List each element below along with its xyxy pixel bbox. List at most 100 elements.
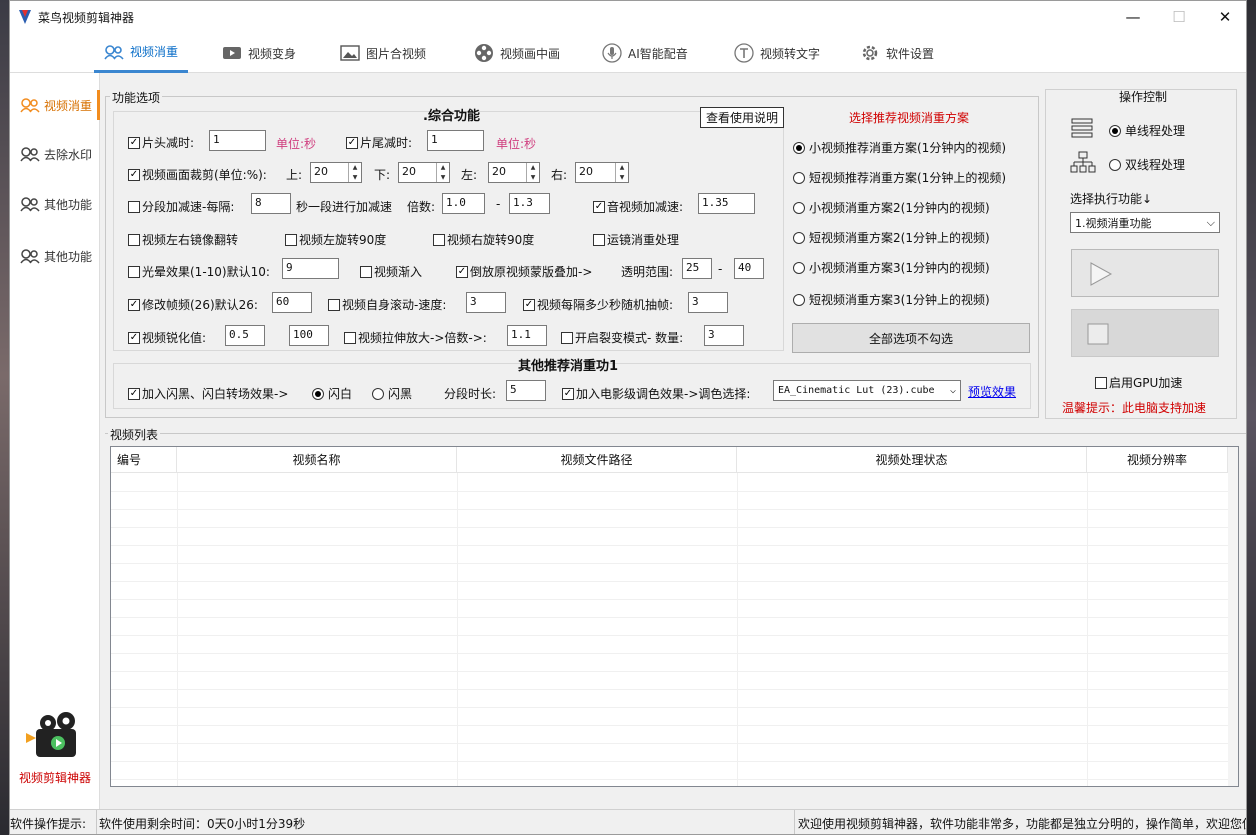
checkbox-unchecked-icon <box>360 265 372 278</box>
av-speed-input[interactable]: 1.35 <box>698 193 755 214</box>
column-header-id[interactable]: 编号 <box>111 447 177 473</box>
rotate-right-checkbox[interactable]: 视频右旋转90度 <box>433 231 534 248</box>
sidebar-item-other-functions-2[interactable]: 其他功能 <box>10 241 100 271</box>
table-scrollbar[interactable] <box>1228 447 1238 786</box>
scheme-radio-6[interactable]: 短视频消重方案3(1分钟上的视频) <box>793 291 990 308</box>
crop-left-stepper[interactable]: 20 ▲ ▼ <box>488 162 540 183</box>
crop-bottom-stepper[interactable]: 20 ▲ ▼ <box>398 162 450 183</box>
status-bar: 软件操作提示: 软件使用剩余时间：0天0小时1分39秒 欢迎使用视频剪辑神器，软… <box>10 809 1246 834</box>
fps-input[interactable]: 60 <box>272 292 312 313</box>
stop-button[interactable] <box>1071 309 1219 357</box>
crop-checkbox[interactable]: ✓ 视频画面裁剪(单位:%): <box>128 166 267 183</box>
scroll-label: 视频自身滚动-速度: <box>342 298 447 312</box>
head-cut-input[interactable]: 1 <box>209 130 266 151</box>
crop-left-label: 左: <box>461 168 478 182</box>
column-header-path[interactable]: 视频文件路径 <box>457 447 737 473</box>
fade-in-checkbox[interactable]: 视频渐入 <box>360 263 422 280</box>
lut-checkbox[interactable]: ✓ 加入电影级调色效果->调色选择: <box>562 385 750 402</box>
scheme-radio-4[interactable]: 短视频消重方案2(1分钟上的视频) <box>793 229 990 246</box>
spin-down-icon[interactable]: ▼ <box>349 173 361 183</box>
spin-up-icon[interactable]: ▲ <box>616 163 628 173</box>
halo-label: 光晕效果(1-10)默认10: <box>142 265 270 279</box>
motion-checkbox[interactable]: 运镜消重处理 <box>593 231 679 248</box>
tail-cut-checkbox[interactable]: ✓ 片尾减时: <box>346 134 412 151</box>
flash-black-radio[interactable]: 闪黑 <box>372 385 412 402</box>
lut-select[interactable]: EA_Cinematic Lut (23).cube ⌵ <box>773 380 961 401</box>
column-header-resolution[interactable]: 视频分辨率 <box>1087 447 1228 473</box>
scheme-radio-5[interactable]: 小视频消重方案3(1分钟内的视频) <box>793 259 990 276</box>
spin-down-icon[interactable]: ▼ <box>616 173 628 183</box>
spin-down-icon[interactable]: ▼ <box>437 173 449 183</box>
crop-top-label: 上: <box>286 168 303 182</box>
tab-video-dedup[interactable]: 视频消重 <box>94 33 189 73</box>
stretch-checkbox[interactable]: 视频拉伸放大->倍数->: <box>344 329 487 346</box>
sidebar-item-remove-watermark[interactable]: 去除水印 <box>10 139 100 169</box>
segment-from-input[interactable]: 1.0 <box>442 193 485 214</box>
play-button[interactable] <box>1071 249 1219 297</box>
scheme-radio-1[interactable]: 小视频推荐消重方案(1分钟内的视频) <box>793 139 1006 156</box>
mask-to-input[interactable]: 40 <box>734 258 764 279</box>
segment-speed-checkbox[interactable]: 分段加减速-每隔: <box>128 198 234 215</box>
crop-right-stepper[interactable]: 20 ▲ ▼ <box>575 162 629 183</box>
mask-from-input[interactable]: 25 <box>682 258 712 279</box>
tab-images-to-video[interactable]: 图片合视频 <box>330 33 436 73</box>
function-select[interactable]: 1.视频消重功能 ⌵ <box>1070 212 1220 233</box>
tab-settings[interactable]: 软件设置 <box>850 33 944 73</box>
checkbox-unchecked-icon <box>561 331 573 344</box>
function-select-label: 选择执行功能↓ <box>1070 192 1153 206</box>
single-thread-radio[interactable]: 单线程处理 <box>1109 122 1185 139</box>
mirror-checkbox[interactable]: 视频左右镜像翻转 <box>128 231 238 248</box>
flash-checkbox[interactable]: ✓ 加入闪黑、闪白转场效果-> <box>128 385 288 402</box>
tab-ai-voice[interactable]: AI智能配音 <box>592 33 698 73</box>
segment-interval-input[interactable]: 8 <box>251 193 291 214</box>
tab-video-to-text[interactable]: 视频转文字 <box>724 33 830 73</box>
crack-input[interactable]: 3 <box>704 325 744 346</box>
drop-frame-checkbox[interactable]: ✓ 视频每隔多少秒随机抽帧: <box>523 296 673 313</box>
tab-picture-in-picture[interactable]: 视频画中画 <box>464 33 570 73</box>
halo-input[interactable]: 9 <box>282 258 339 279</box>
row-gridline <box>111 689 1228 690</box>
crop-top-stepper[interactable]: 20 ▲ ▼ <box>310 162 362 183</box>
mask-checkbox[interactable]: ✓ 倒放原视频蒙版叠加-> <box>456 263 592 280</box>
column-header-status[interactable]: 视频处理状态 <box>737 447 1087 473</box>
scroll-checkbox[interactable]: 视频自身滚动-速度: <box>328 296 446 313</box>
crack-checkbox[interactable]: 开启裂变模式- 数量: <box>561 329 683 346</box>
head-cut-checkbox[interactable]: ✓ 片头减时: <box>128 134 194 151</box>
scroll-input[interactable]: 3 <box>466 292 506 313</box>
gpu-checkbox[interactable]: 启用GPU加速 <box>1095 374 1182 391</box>
segment-to-input[interactable]: 1.3 <box>509 193 550 214</box>
video-table[interactable]: 编号 视频名称 视频文件路径 视频处理状态 视频分辨率 <box>110 446 1239 787</box>
tail-cut-input[interactable]: 1 <box>427 130 484 151</box>
sharpen-strength-input[interactable]: 100 <box>289 325 329 346</box>
rotate-left-checkbox[interactable]: 视频左旋转90度 <box>285 231 386 248</box>
close-button[interactable]: ✕ <box>1202 1 1246 33</box>
tab-video-transform[interactable]: 视频变身 <box>212 33 306 73</box>
av-speed-checkbox[interactable]: ✓ 音视频加减速: <box>593 198 683 215</box>
spin-down-icon[interactable]: ▼ <box>527 173 539 183</box>
scheme-radio-2[interactable]: 短视频推荐消重方案(1分钟上的视频) <box>793 169 1006 186</box>
uncheck-all-button[interactable]: 全部选项不勾选 <box>792 323 1030 353</box>
sharpen-input[interactable]: 0.5 <box>225 325 265 346</box>
sidebar-item-video-dedup[interactable]: 视频消重 <box>10 90 100 120</box>
radio-unselected-icon <box>1109 158 1121 171</box>
row-gridline <box>111 743 1228 744</box>
flash-white-radio[interactable]: 闪白 <box>312 385 352 402</box>
halo-checkbox[interactable]: 光晕效果(1-10)默认10: <box>128 263 270 280</box>
help-button[interactable]: 查看使用说明 <box>700 107 784 128</box>
scheme-label: 短视频消重方案2(1分钟上的视频) <box>809 231 990 245</box>
stretch-input[interactable]: 1.1 <box>507 325 547 346</box>
spin-up-icon[interactable]: ▲ <box>349 163 361 173</box>
segment-duration-input[interactable]: 5 <box>506 380 546 401</box>
sidebar-item-other-functions[interactable]: 其他功能 <box>10 189 100 219</box>
column-header-name[interactable]: 视频名称 <box>177 447 457 473</box>
drop-frame-input[interactable]: 3 <box>688 292 728 313</box>
fps-checkbox[interactable]: ✓ 修改帧频(26)默认26: <box>128 296 258 313</box>
preview-link[interactable]: 预览效果 <box>968 383 1016 400</box>
dual-thread-radio[interactable]: 双线程处理 <box>1109 156 1185 173</box>
spin-up-icon[interactable]: ▲ <box>527 163 539 173</box>
scheme-radio-3[interactable]: 小视频消重方案2(1分钟内的视频) <box>793 199 990 216</box>
sharpen-checkbox[interactable]: ✓ 视频锐化值: <box>128 329 206 346</box>
maximize-button[interactable]: ☐ <box>1156 1 1202 33</box>
minimize-button[interactable]: — <box>1110 1 1156 33</box>
spin-up-icon[interactable]: ▲ <box>437 163 449 173</box>
